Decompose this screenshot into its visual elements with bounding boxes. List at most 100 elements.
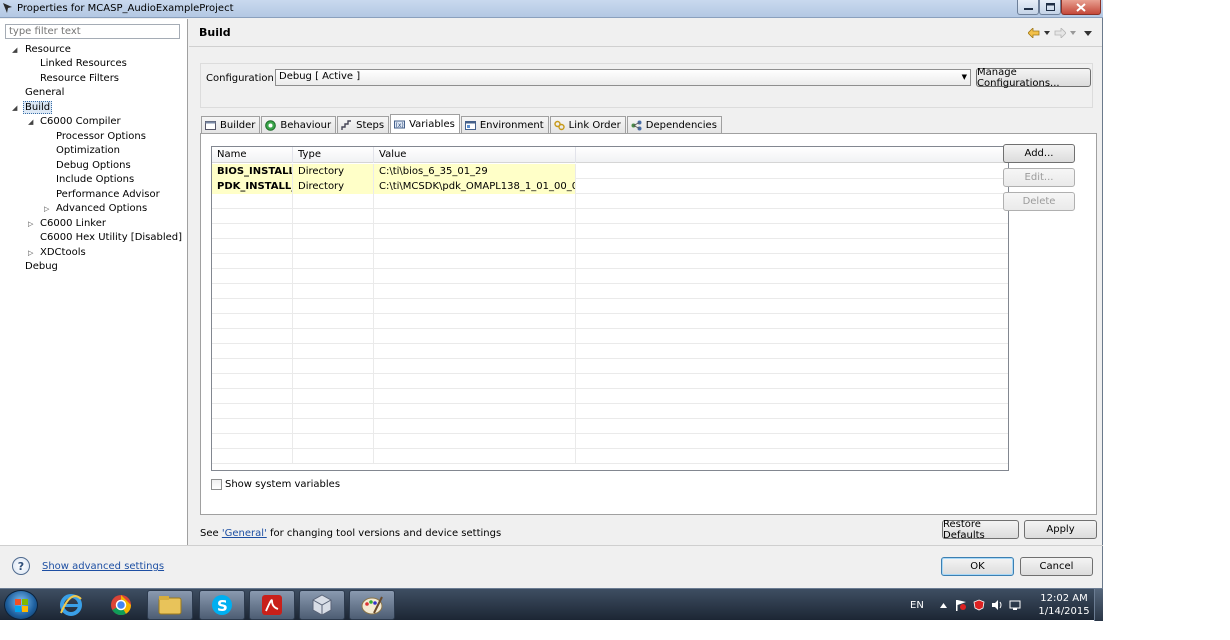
collapsed-arrow-icon[interactable]: ▷ (28, 217, 36, 231)
tab-label: Environment (479, 119, 544, 131)
edit-button[interactable]: Edit... (1003, 168, 1075, 187)
empty-cell (212, 404, 293, 419)
expanded-arrow-icon[interactable]: ◢ (12, 101, 20, 115)
collapsed-arrow-icon[interactable]: ▷ (44, 202, 52, 216)
tree-item-debug[interactable]: Debug (25, 260, 58, 274)
cancel-button[interactable]: Cancel (1020, 557, 1093, 576)
volume-icon[interactable] (991, 599, 1003, 611)
forward-arrow-icon[interactable] (1054, 28, 1066, 38)
title-bar[interactable]: Properties for MCASP_AudioExampleProject (0, 0, 1103, 18)
show-system-variables-checkbox[interactable] (211, 478, 222, 490)
forward-dropdown-icon[interactable] (1070, 31, 1076, 35)
show-desktop-button[interactable] (1094, 589, 1103, 621)
empty-cell (374, 434, 576, 449)
view-menu-icon[interactable] (1084, 30, 1092, 36)
empty-cell (212, 434, 293, 449)
clock-time: 12:02 AM (1040, 593, 1088, 604)
manage-configurations-button[interactable]: Manage Configurations... (976, 67, 1091, 89)
tree-item-debug-options[interactable]: Debug Options (56, 159, 131, 173)
virtualbox-taskbar-icon[interactable] (299, 590, 345, 620)
chrome-taskbar-icon[interactable] (98, 590, 144, 620)
tab-dependencies[interactable]: Dependencies (626, 116, 722, 133)
empty-cell (293, 269, 374, 284)
help-icon[interactable]: ? (12, 557, 30, 575)
tree-item-performance-advisor[interactable]: Performance Advisor (56, 188, 160, 202)
build-tabs: Builder Behaviour Steps (x) Variables En… (201, 114, 723, 133)
tree-item-general[interactable]: General (25, 86, 64, 100)
tab-environment[interactable]: Environment (460, 116, 549, 133)
close-button[interactable] (1061, 0, 1101, 15)
empty-cell (374, 194, 576, 209)
general-link[interactable]: 'General' (222, 528, 267, 539)
tree-item-build[interactable]: Build (23, 101, 53, 115)
back-arrow-icon[interactable] (1028, 28, 1040, 38)
paint-taskbar-icon[interactable] (349, 590, 395, 620)
show-advanced-settings-link[interactable]: Show advanced settings (42, 561, 164, 572)
apply-button[interactable]: Apply (1024, 520, 1097, 539)
empty-cell (212, 359, 293, 374)
filter-input[interactable] (5, 24, 180, 39)
file-explorer-taskbar-icon[interactable] (147, 590, 193, 620)
tree-item-include-options[interactable]: Include Options (56, 173, 134, 187)
tree-item-resource-filters[interactable]: Resource Filters (40, 72, 119, 86)
ok-button[interactable]: OK (941, 557, 1014, 576)
column-header-value[interactable]: Value (374, 147, 576, 163)
chrome-icon (111, 595, 132, 616)
environment-icon (464, 120, 476, 130)
maximize-button[interactable] (1039, 0, 1061, 15)
tab-builder[interactable]: Builder (201, 116, 261, 133)
tab-link-order[interactable]: Link Order (549, 116, 626, 133)
column-header-name[interactable]: Name (212, 147, 293, 163)
table-row[interactable]: PDK_INSTALL_... Directory C:\ti\MCSDK\pd… (212, 179, 1008, 194)
empty-cell (293, 344, 374, 359)
tree-item-advanced-options[interactable]: Advanced Options (56, 202, 147, 216)
network-icon[interactable] (1009, 599, 1021, 611)
tree-item-resource[interactable]: Resource (25, 43, 71, 57)
dialog-separator (0, 545, 1103, 546)
add-button[interactable]: Add... (1003, 144, 1075, 163)
empty-cell (212, 344, 293, 359)
column-header-type[interactable]: Type (293, 147, 374, 163)
tree-item-c6000-linker[interactable]: C6000 Linker (40, 217, 106, 231)
tree-item-c6000-hex-utility[interactable]: C6000 Hex Utility [Disabled] (40, 231, 182, 245)
restore-defaults-button[interactable]: Restore Defaults (942, 519, 1019, 541)
expanded-arrow-icon[interactable]: ◢ (28, 115, 36, 129)
system-clock[interactable]: 12:02 AM 1/14/2015 (1034, 592, 1094, 618)
expanded-arrow-icon[interactable]: ◢ (12, 43, 20, 57)
delete-button[interactable]: Delete (1003, 192, 1075, 211)
minimize-button[interactable] (1017, 0, 1039, 15)
tree-item-optimization[interactable]: Optimization (56, 144, 120, 158)
empty-cell (212, 209, 293, 224)
svg-text:(x): (x) (396, 122, 404, 129)
tree-item-c6000-compiler[interactable]: C6000 Compiler (40, 115, 121, 129)
tree-item-processor-options[interactable]: Processor Options (56, 130, 146, 144)
back-dropdown-icon[interactable] (1044, 31, 1050, 35)
empty-cell (374, 209, 576, 224)
action-center-flag-icon[interactable] (955, 599, 967, 611)
tab-variables[interactable]: (x) Variables (390, 114, 460, 133)
tree-item-linked-resources[interactable]: Linked Resources (40, 57, 127, 71)
tab-behaviour[interactable]: Behaviour (261, 116, 337, 133)
variables-table[interactable]: Name Type Value BIOS_INSTALL... Director… (211, 146, 1009, 471)
start-button[interactable] (4, 590, 38, 620)
empty-cell (293, 254, 374, 269)
empty-cell (293, 359, 374, 374)
general-settings-hint: See 'General' for changing tool versions… (200, 528, 501, 539)
empty-cell (374, 254, 576, 269)
show-system-variables-row[interactable]: Show system variables (211, 477, 340, 491)
table-row[interactable]: BIOS_INSTALL... Directory C:\ti\bios_6_3… (212, 164, 1008, 179)
configuration-select[interactable]: Debug [ Active ] ▼ (275, 69, 971, 86)
tab-label: Dependencies (645, 119, 717, 131)
language-indicator[interactable]: EN (910, 600, 924, 611)
acrobat-taskbar-icon[interactable] (249, 590, 295, 620)
tab-steps[interactable]: Steps (337, 116, 390, 133)
show-hidden-icons-icon[interactable] (939, 602, 947, 608)
empty-cell (212, 374, 293, 389)
skype-taskbar-icon[interactable]: S (199, 590, 245, 620)
left-navigation-pane: ◢ Resource Linked Resources Resource Fil… (0, 19, 188, 545)
tab-label: Behaviour (280, 119, 332, 131)
security-icon[interactable] (973, 599, 985, 611)
internet-explorer-taskbar-icon[interactable] (48, 590, 94, 620)
collapsed-arrow-icon[interactable]: ▷ (28, 246, 36, 260)
tree-item-xdctools[interactable]: XDCtools (40, 246, 86, 260)
